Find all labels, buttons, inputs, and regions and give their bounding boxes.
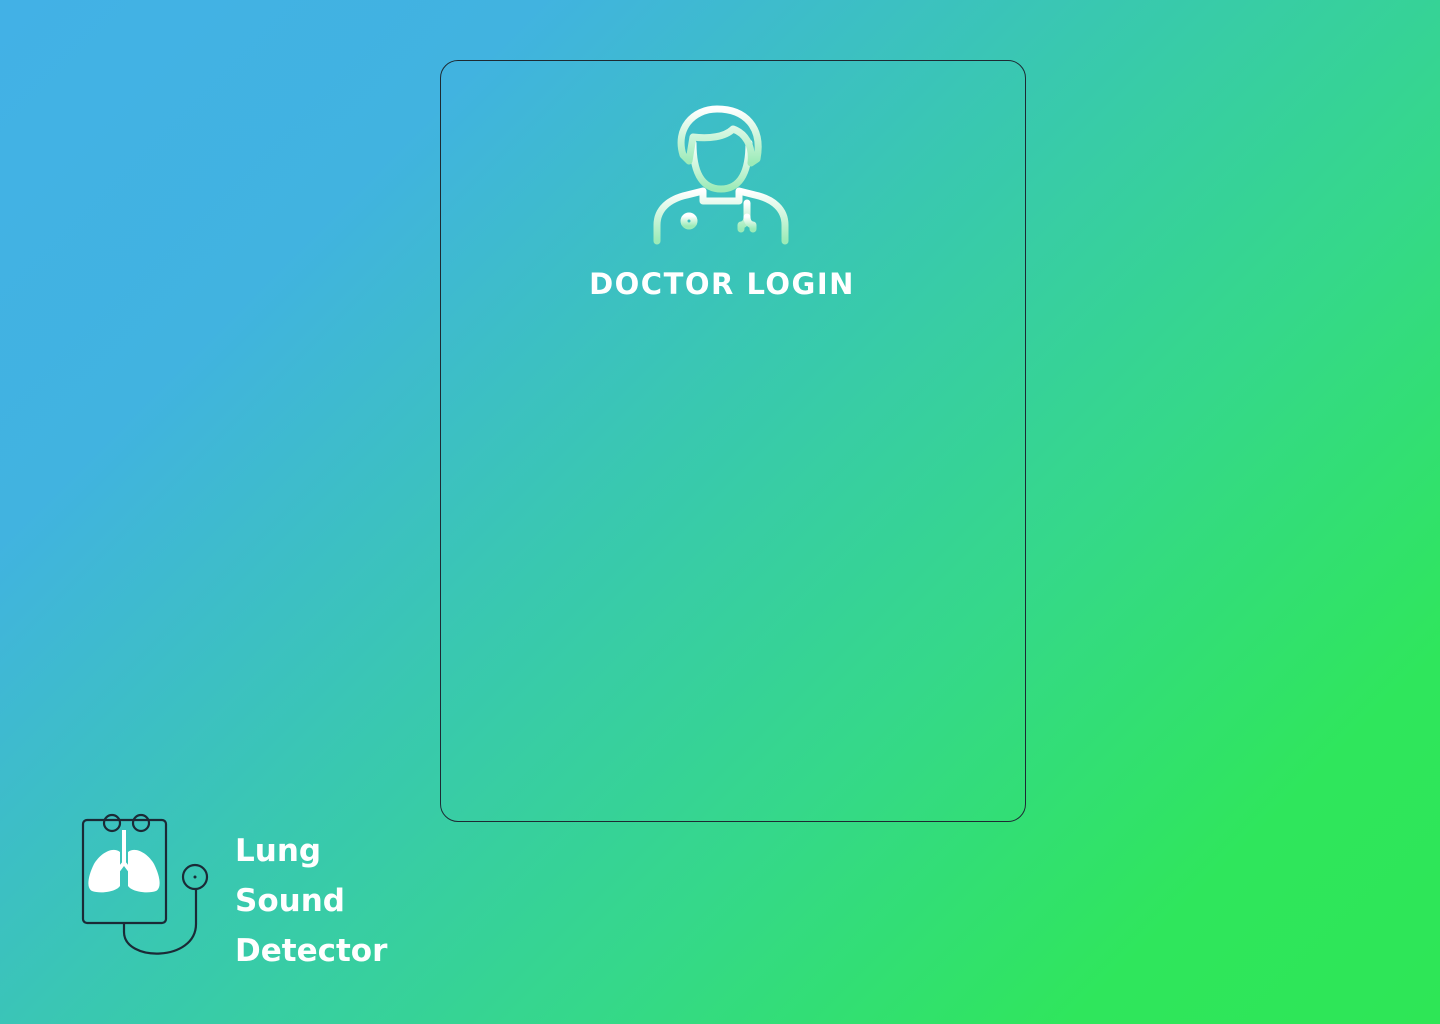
lung-stethoscope-logo-icon [81, 813, 209, 955]
brand-name-line2: Detector [235, 933, 388, 969]
login-card: DOCTOR LOGIN [440, 60, 1026, 822]
page-title: DOCTOR LOGIN [589, 267, 855, 301]
brand-name-line1: Lung Sound [235, 833, 345, 919]
brand-name: Lung Sound Detector [235, 826, 440, 976]
doctor-icon [653, 105, 789, 245]
brand: Lung Sound Detector [80, 812, 440, 969]
